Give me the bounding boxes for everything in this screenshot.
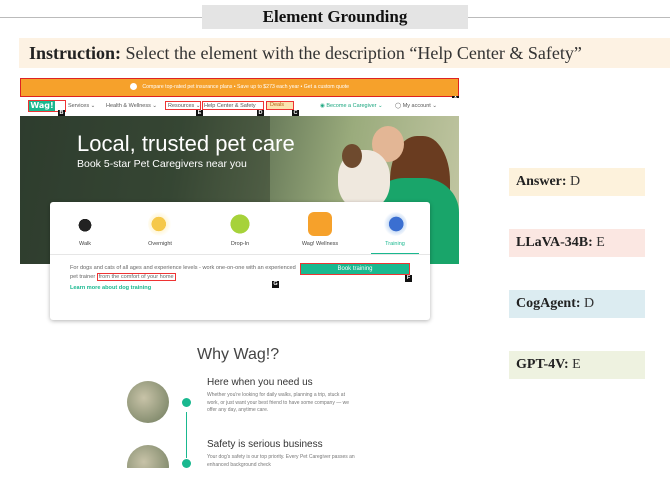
service-wag-wellness[interactable]: Wag! Wellness — [290, 208, 350, 254]
service-card: Walk Overnight Drop-In Wag! Wellness Tra… — [50, 202, 430, 320]
service-training[interactable]: Training — [365, 208, 425, 254]
timeline-line — [186, 412, 187, 458]
hero-subtitle: Book 5-star Pet Caregivers near you — [77, 158, 247, 170]
cogagent-box: CogAgent: D — [509, 290, 645, 318]
paw-icon — [182, 459, 191, 468]
tag-f: F — [405, 275, 412, 282]
description-highlight[interactable]: from the comfort of your home — [96, 273, 176, 281]
user-icon: ◯ — [395, 103, 403, 109]
moon-icon — [148, 212, 172, 236]
gpt4v-label: GPT-4V: — [516, 357, 569, 372]
service-overnight[interactable]: Overnight — [130, 208, 190, 254]
instruction-label: Instruction: — [29, 43, 122, 63]
nav-services[interactable]: Services ⌄ — [68, 103, 95, 109]
service-wellness-label: Wag! Wellness — [301, 241, 339, 247]
whistle-icon — [383, 212, 407, 236]
gpt4v-value: E — [572, 357, 581, 372]
training-description: For dogs and cats of all ages and experi… — [70, 264, 305, 282]
instruction-bar: Instruction: Select the element with the… — [19, 38, 670, 68]
service-walk-label: Walk — [78, 241, 92, 247]
shield-paw-icon — [308, 212, 332, 236]
nav-become-caregiver[interactable]: ◉ Become a Caregiver ⌄ — [320, 103, 383, 109]
dog-walk-icon — [73, 212, 97, 236]
llava-label: LLaVA-34B: — [516, 235, 593, 250]
tag-g: G — [272, 281, 279, 288]
caregiver-label: Become a Caregiver ⌄ — [326, 103, 383, 109]
nav-help-center-safety[interactable]: Help Center & Safety — [204, 103, 256, 109]
promo-banner[interactable]: Compare top-rated pet insurance plans • … — [20, 78, 459, 97]
nav-deals[interactable]: Deals — [266, 101, 294, 110]
feature-title: Safety is serious business — [207, 439, 323, 450]
ball-icon — [228, 212, 252, 236]
top-nav: Wag! B Services ⌄ Health & Wellness ⌄ Re… — [20, 98, 459, 117]
llava-value: E — [596, 235, 605, 250]
service-training-label: Training — [385, 241, 405, 247]
why-wag-heading: Why Wag!? — [197, 346, 280, 363]
service-walk[interactable]: Walk — [55, 208, 115, 254]
service-drop-in[interactable]: Drop-In — [210, 208, 270, 254]
service-overnight-label: Overnight — [148, 241, 172, 247]
wag-screenshot: Compare top-rated pet insurance plans • … — [20, 78, 459, 468]
hero-title: Local, trusted pet care — [77, 131, 295, 156]
card-divider — [50, 254, 430, 255]
answer-box: Answer: D — [509, 168, 645, 196]
feature-body: Your dog's safety is our top priority. E… — [207, 454, 355, 468]
shield-icon — [129, 83, 137, 91]
learn-more-link[interactable]: Learn more about dog training — [70, 285, 151, 291]
dog-ear — [342, 144, 362, 168]
wag-logo[interactable]: Wag! — [29, 101, 55, 111]
cogagent-label: CogAgent: — [516, 296, 581, 311]
promo-text: Compare top-rated pet insurance plans • … — [142, 84, 350, 90]
paw-icon — [182, 398, 191, 407]
service-drop-in-label: Drop-In — [230, 241, 250, 247]
feature-body: Whether you're looking for daily walks, … — [207, 392, 350, 413]
instruction-text: Select the element with the description … — [125, 43, 582, 63]
account-label: My account ⌄ — [402, 103, 437, 109]
nav-my-account[interactable]: ◯ My account ⌄ — [395, 103, 437, 109]
feature-photo-dog — [127, 381, 169, 423]
llava-box: LLaVA-34B: E — [509, 229, 645, 257]
cogagent-value: D — [584, 296, 595, 311]
book-training-button[interactable]: Book training — [300, 263, 410, 275]
nav-resources[interactable]: Resources ⌄ — [168, 103, 200, 109]
feature-title: Here when you need us — [207, 377, 313, 388]
figure-title: Element Grounding — [202, 5, 468, 29]
answer-value: D — [570, 174, 581, 189]
answer-label: Answer: — [516, 174, 567, 189]
gpt4v-box: GPT-4V: E — [509, 351, 645, 379]
feature-photo-caregiver — [127, 445, 169, 468]
nav-health-wellness[interactable]: Health & Wellness ⌄ — [106, 103, 157, 109]
